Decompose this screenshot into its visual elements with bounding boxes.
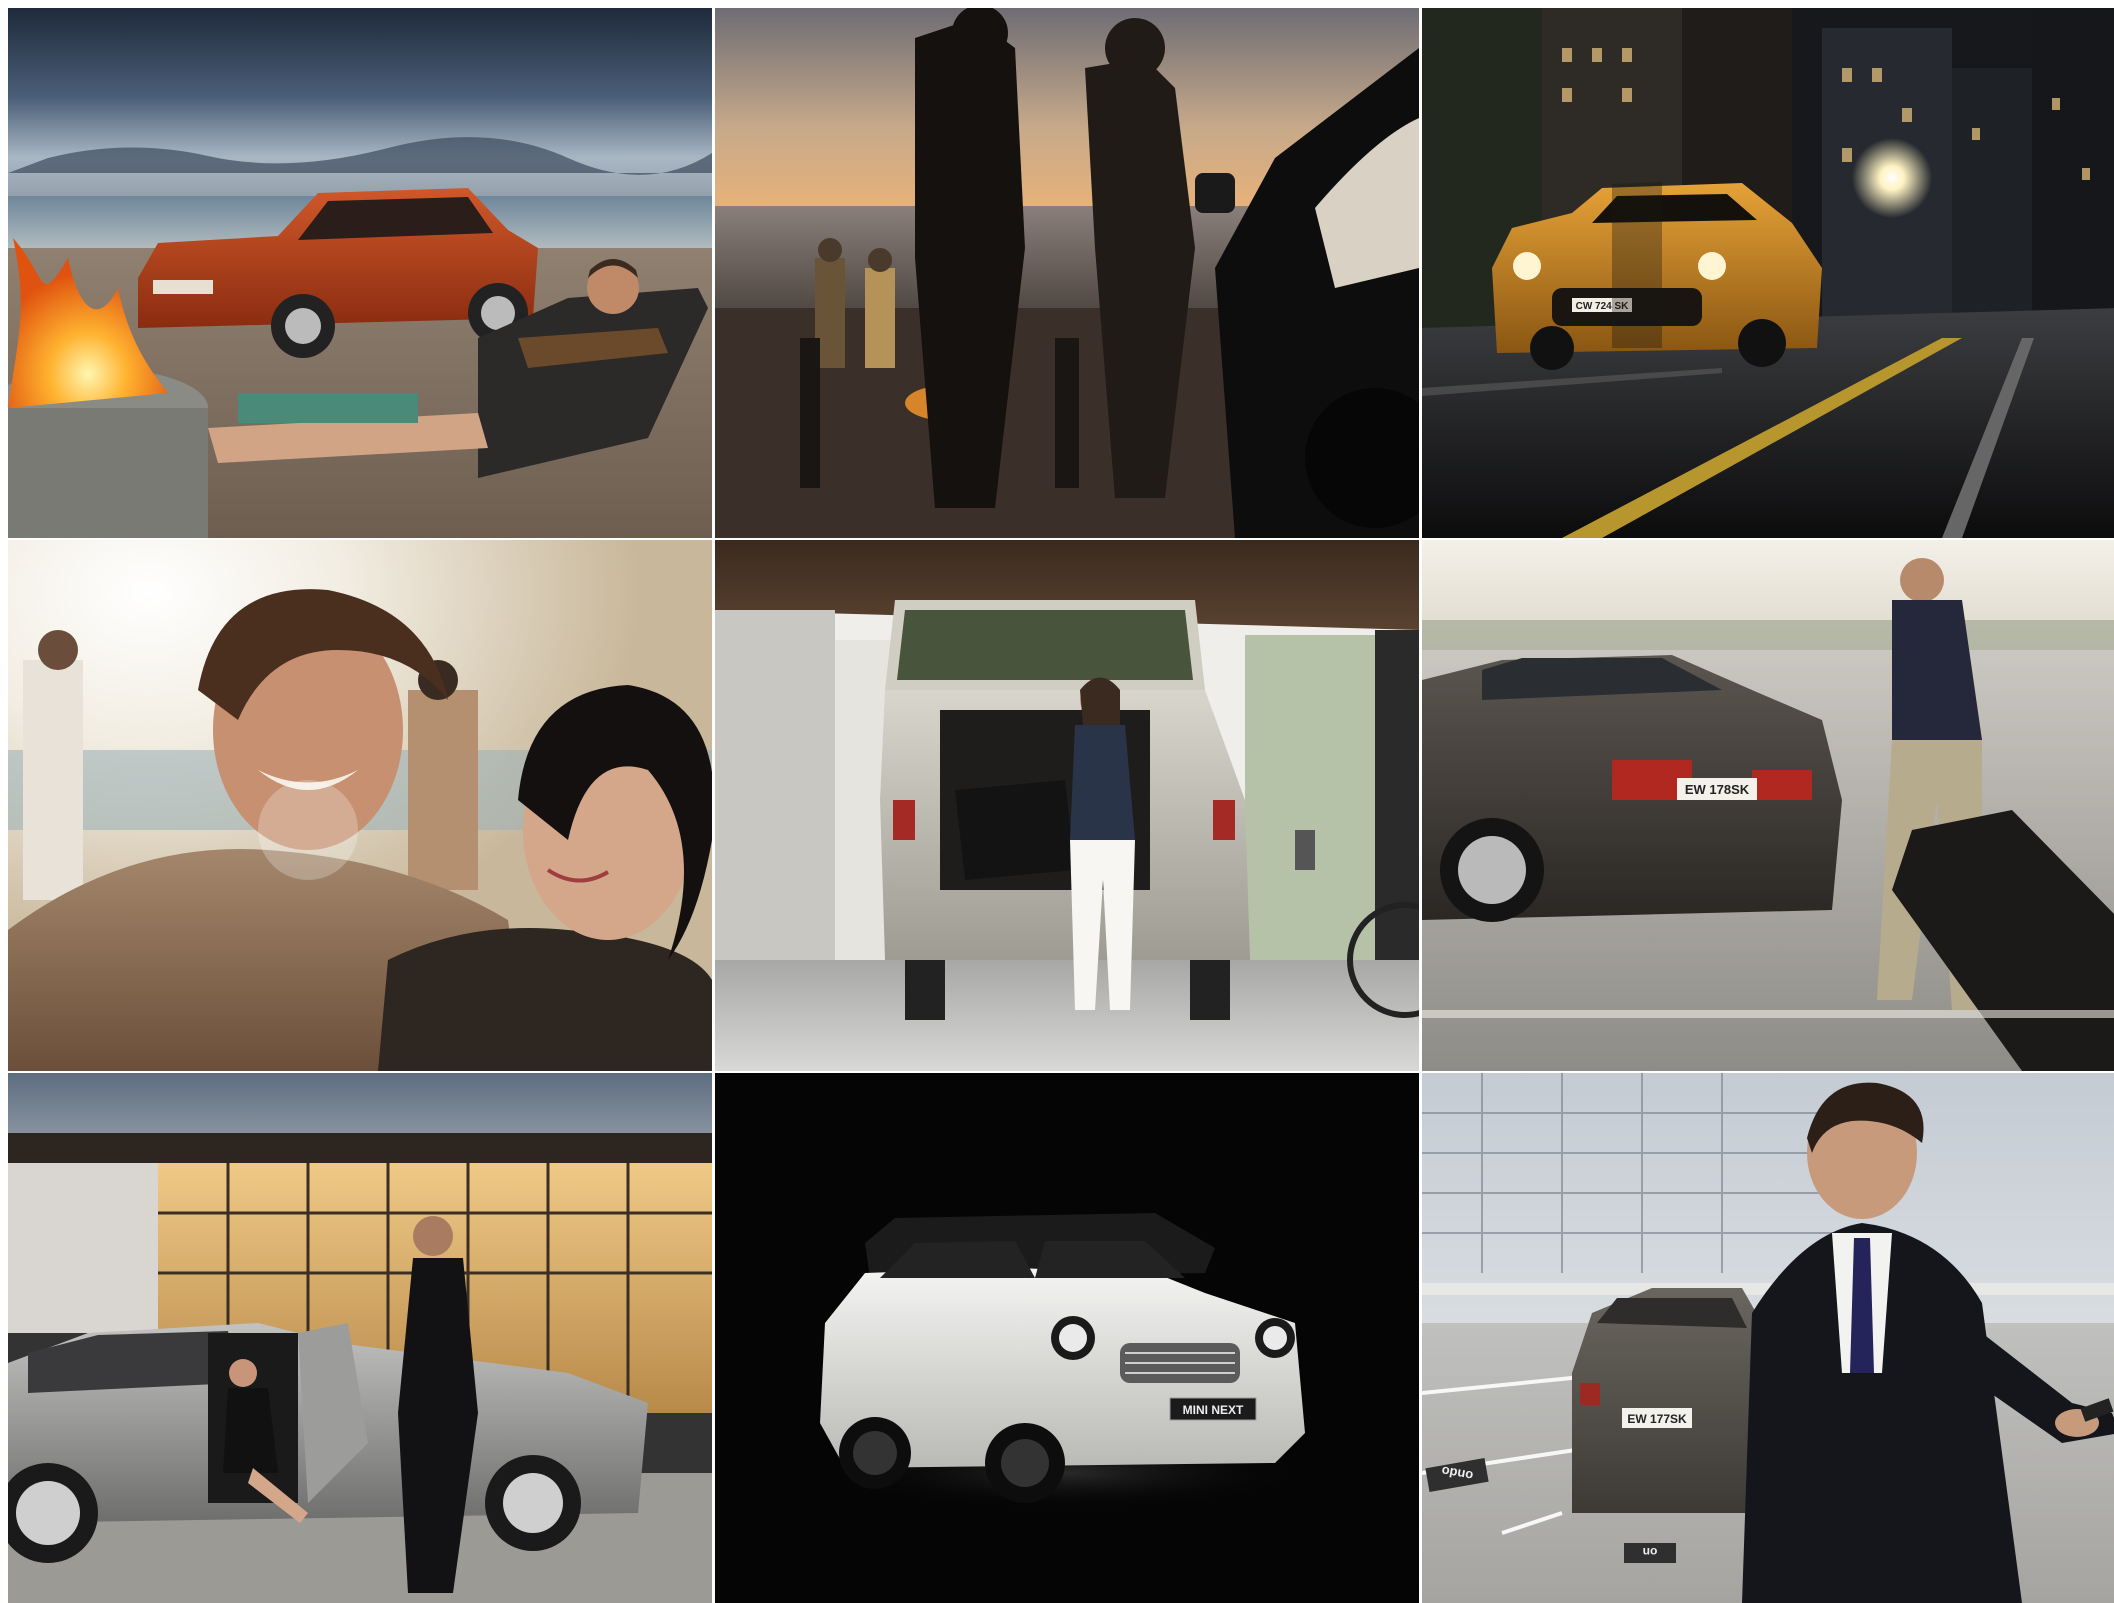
photo-businessman-phone-garage: ondo EW 177SK on (1422, 1073, 2114, 1603)
tile9-plate: EW 177SK (1627, 1412, 1687, 1426)
ground-marking-right: on (1643, 1545, 1658, 1559)
photo-beach-suv-bonfire (8, 8, 712, 538)
tile6-plate: EW 178SK (1685, 782, 1750, 797)
photo-collage: CW 724 SK EW 178SK MINI NEXT ondo EW 177… (8, 8, 2114, 1603)
photo-couple-smiling-sunlight (8, 540, 712, 1071)
photo-woman-suv-tailgate (715, 540, 1419, 1071)
photo-yellow-hatchback-night-city: CW 724 SK (1422, 8, 2114, 538)
photo-man-golf-bag-sedan: EW 178SK (1422, 540, 2114, 1071)
photo-silver-sedan-chauffeur (8, 1073, 712, 1603)
photo-white-crossover-black-bg: MINI NEXT (715, 1073, 1419, 1603)
photo-couple-sunset-beach (715, 8, 1419, 538)
mini-next-badge: MINI NEXT (1183, 1403, 1244, 1417)
